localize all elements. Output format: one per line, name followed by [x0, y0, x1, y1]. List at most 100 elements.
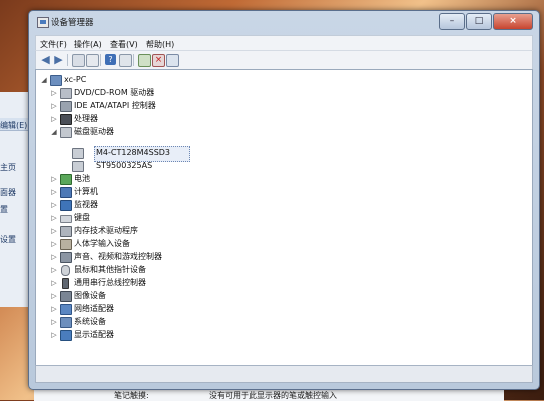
- tree-category[interactable]: ◢ 磁盘驱动器: [50, 126, 270, 138]
- mouse-icon: [61, 265, 70, 276]
- expand-icon[interactable]: ▷: [50, 278, 58, 288]
- back-icon[interactable]: ◀: [40, 54, 51, 65]
- collapse-icon[interactable]: ◢: [40, 75, 48, 85]
- expand-icon[interactable]: ▷: [50, 88, 58, 98]
- menu-view[interactable]: 查看(V): [110, 39, 138, 50]
- category-label: 网络适配器: [74, 304, 114, 313]
- toolbar-separator: [133, 54, 134, 66]
- tree-device[interactable]: ST9500325AS: [72, 160, 272, 172]
- tree-category[interactable]: ▷ 鼠标和其他指针设备: [50, 264, 270, 276]
- category-label: 图像设备: [74, 291, 106, 300]
- menu-file[interactable]: 文件(F): [40, 39, 67, 50]
- tree-root-label: xc-PC: [64, 75, 87, 84]
- tree-device-selected[interactable]: M4-CT128M4SSD3: [72, 147, 272, 159]
- expand-icon[interactable]: ▷: [50, 291, 58, 301]
- expand-icon[interactable]: ▷: [50, 265, 58, 275]
- device-label: M4-CT128M4SSD3: [96, 148, 171, 157]
- battery-icon: [60, 174, 72, 185]
- scan-icon[interactable]: [119, 54, 132, 67]
- category-label: 计算机: [74, 187, 98, 196]
- tree-root[interactable]: ◢ xc-PC: [40, 74, 240, 86]
- category-label: DVD/CD-ROM 驱动器: [74, 88, 155, 97]
- expand-icon[interactable]: ▷: [50, 239, 58, 249]
- device-label: ST9500325AS: [96, 161, 153, 170]
- tree-category[interactable]: ▷ 图像设备: [50, 290, 270, 302]
- menu-action[interactable]: 操作(A): [74, 39, 102, 50]
- tree-category[interactable]: ▷ 计算机: [50, 186, 270, 198]
- expand-icon[interactable]: ▷: [50, 330, 58, 340]
- expand-icon[interactable]: ▷: [50, 213, 58, 223]
- tree-category[interactable]: ▷ 监视器: [50, 199, 270, 211]
- maximize-button[interactable]: □: [466, 13, 492, 30]
- status-bar: [35, 365, 533, 383]
- device-manager-window: 设备管理器 – □ × 文件(F) 操作(A) 查看(V) 帮助(H) ◀ ▶ …: [28, 10, 540, 390]
- category-label: 监视器: [74, 200, 98, 209]
- dvd-drive-icon: [60, 88, 72, 99]
- tree-category[interactable]: ▷ DVD/CD-ROM 驱动器: [50, 87, 270, 99]
- minimize-button[interactable]: –: [439, 13, 465, 30]
- usb-icon: [62, 278, 69, 289]
- tree-category[interactable]: ▷ 声音、视频和游戏控制器: [50, 251, 270, 263]
- forward-icon[interactable]: ▶: [53, 54, 64, 65]
- category-label: 内存技术驱动程序: [74, 226, 138, 235]
- tree-category[interactable]: ▷ 通用串行总线控制器: [50, 277, 270, 289]
- pen-touch-value: 没有可用于此显示器的笔或触控输入: [209, 391, 337, 400]
- background-item: 面器: [0, 188, 16, 197]
- category-label: 电池: [74, 174, 90, 183]
- expand-icon[interactable]: ▷: [50, 226, 58, 236]
- background-item: 置: [0, 205, 8, 214]
- help-icon[interactable]: ?: [105, 54, 116, 65]
- imaging-device-icon: [60, 291, 72, 302]
- disk-drive-icon: [72, 161, 84, 172]
- update-driver-icon[interactable]: [138, 54, 151, 67]
- hid-icon: [60, 239, 72, 250]
- close-button[interactable]: ×: [493, 13, 533, 30]
- display-adapter-icon: [60, 330, 72, 341]
- expand-icon[interactable]: ▷: [50, 101, 58, 111]
- disk-drive-icon: [60, 127, 72, 138]
- uninstall-icon[interactable]: ×: [152, 54, 165, 67]
- memory-device-icon: [60, 226, 72, 237]
- tree-category[interactable]: ▷ 网络适配器: [50, 303, 270, 315]
- background-item: 设置: [0, 235, 16, 244]
- network-adapter-icon: [60, 304, 72, 315]
- computer-icon: [60, 187, 72, 198]
- tree-category[interactable]: ▷ IDE ATA/ATAPI 控制器: [50, 100, 270, 112]
- toolbar-separator: [100, 54, 101, 66]
- menu-bar: 文件(F) 操作(A) 查看(V) 帮助(H): [35, 35, 533, 50]
- tree-category[interactable]: ▷ 处理器: [50, 113, 270, 125]
- category-label: 声音、视频和游戏控制器: [74, 252, 162, 261]
- window-controls: – □ ×: [438, 13, 533, 30]
- keyboard-icon: [60, 215, 72, 223]
- toolbar: ◀ ▶ ? ×: [35, 50, 533, 70]
- category-label: 键盘: [74, 213, 90, 222]
- expand-icon[interactable]: ▷: [50, 317, 58, 327]
- tree-category[interactable]: ▷ 人体学输入设备: [50, 238, 270, 250]
- menu-help[interactable]: 帮助(H): [146, 39, 174, 50]
- expand-icon[interactable]: ▷: [50, 304, 58, 314]
- tree-category[interactable]: ▷ 内存技术驱动程序: [50, 225, 270, 237]
- expand-icon[interactable]: ▷: [50, 174, 58, 184]
- tree-category[interactable]: ▷ 显示适配器: [50, 329, 270, 341]
- collapse-icon[interactable]: ◢: [50, 127, 58, 137]
- category-label: 磁盘驱动器: [74, 127, 114, 136]
- expand-icon[interactable]: ▷: [50, 200, 58, 210]
- tree-category[interactable]: ▷ 系统设备: [50, 316, 270, 328]
- processor-icon: [60, 114, 72, 125]
- expand-icon[interactable]: ▷: [50, 252, 58, 262]
- disable-icon[interactable]: [166, 54, 179, 67]
- expand-icon[interactable]: ▷: [50, 187, 58, 197]
- category-label: 处理器: [74, 114, 98, 123]
- toolbar-separator: [67, 54, 68, 66]
- window-title: 设备管理器: [51, 18, 94, 28]
- tree-category[interactable]: ▷ 电池: [50, 173, 270, 185]
- properties-icon[interactable]: [86, 54, 99, 67]
- ide-controller-icon: [60, 101, 72, 112]
- tree-category[interactable]: ▷ 键盘: [50, 212, 270, 224]
- device-tree: ◢ xc-PC ▷ DVD/CD-ROM 驱动器 ▷ IDE ATA/ATAPI…: [35, 69, 533, 366]
- category-label: 系统设备: [74, 317, 106, 326]
- title-bar[interactable]: 设备管理器 – □ ×: [29, 11, 539, 33]
- show-hide-icon[interactable]: [72, 54, 85, 67]
- expand-icon[interactable]: ▷: [50, 114, 58, 124]
- monitor-icon: [60, 200, 72, 211]
